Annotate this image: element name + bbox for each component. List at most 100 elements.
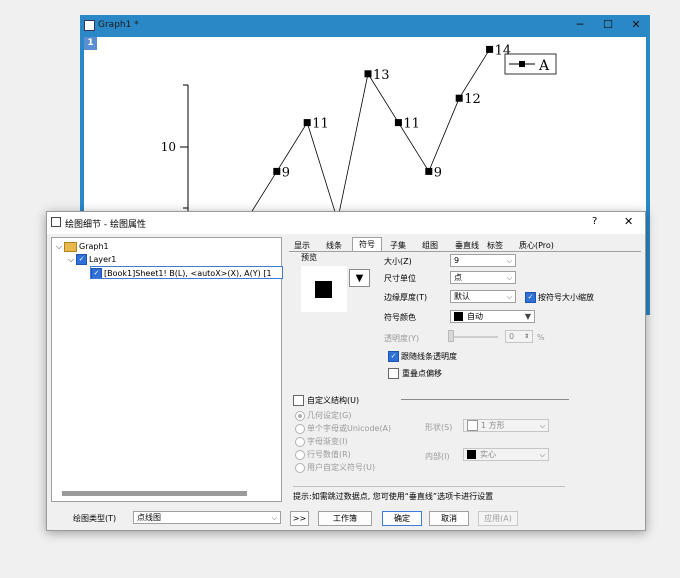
workbook-button[interactable]: 工作簿 (318, 511, 372, 526)
interior-value: 实心 (480, 450, 496, 459)
tree-label: Layer1 (89, 255, 117, 264)
color-swatch (454, 312, 463, 321)
radio-icon[interactable] (295, 449, 305, 460)
close-button[interactable]: ✕ (622, 15, 650, 35)
data-point[interactable] (455, 94, 463, 102)
chevron-down-icon: ⌵ (271, 514, 277, 522)
radio-label: 字母渐变(I) (307, 437, 348, 446)
slider-handle[interactable] (448, 330, 454, 342)
y-tick-label: 10 (161, 140, 176, 154)
edge-dropdown[interactable]: 默认 ⌵ (450, 290, 516, 303)
minimize-button[interactable]: ─ (566, 15, 594, 35)
chevron-down-icon: ⌵ (506, 293, 512, 301)
unit-label: 尺寸单位 (384, 274, 416, 283)
data-point[interactable] (273, 167, 281, 175)
data-label: 11 (403, 117, 420, 132)
transparency-input[interactable]: 0 ⇕ (505, 330, 533, 343)
tree-item-graph[interactable]: ⌵ Graph1 (54, 240, 109, 253)
radio-label: 行号数值(R) (307, 450, 351, 459)
plot-tree[interactable]: ⌵ Graph1 ⌵ ✓ Layer1 ✓ [Book1]Sheet1! B(L), <… (51, 237, 283, 502)
interior-label: 内部(I) (425, 452, 450, 461)
unit-dropdown[interactable]: 点 ⌵ (450, 271, 516, 284)
unit-value: 点 (454, 273, 462, 282)
tab-symbol[interactable]: 符号 (352, 237, 382, 252)
square-symbol-icon (315, 281, 332, 298)
follow-line-checkbox[interactable]: ✓ 跟随线条透明度 (388, 351, 457, 362)
scale-checkbox[interactable]: ✓ 按符号大小缩放 (525, 292, 594, 303)
legend-marker (519, 61, 525, 67)
radio-icon[interactable] (295, 462, 305, 473)
preview-label: 预览 (301, 253, 317, 262)
legend-label: A (538, 58, 550, 74)
scale-label: 按符号大小缩放 (538, 293, 594, 302)
radio-icon[interactable] (295, 436, 305, 447)
color-dropdown[interactable]: 自动 ▼ (450, 310, 535, 323)
checkbox-empty-icon[interactable] (293, 395, 304, 406)
data-label: 13 (373, 68, 390, 83)
ok-button[interactable]: 确定 (382, 511, 422, 526)
tree-item-plot[interactable]: ✓ [Book1]Sheet1! B(L), <autoX>(X), A(Y) [… (90, 266, 283, 279)
radio-letter-inc[interactable]: 字母渐变(I) (295, 436, 348, 447)
symbol-tab-content: 预览 ▼ 大小(Z) 9 ⌵ 尺寸单位 点 ⌵ 边缘厚度(T) 默认 ⌵ ✓ 按符号大小… (289, 251, 641, 501)
shape-swatch (467, 420, 478, 431)
radio-icon[interactable] (295, 423, 305, 434)
interior-dropdown[interactable]: 实心 ⌵ (463, 448, 549, 461)
plot-type-dropdown[interactable]: 点线图 ⌵ (133, 511, 281, 524)
chevron-down-icon[interactable]: ⌵ (54, 240, 64, 253)
graph-titlebar[interactable]: Graph1 * ─ ☐ ✕ (80, 15, 650, 37)
overlap-label: 重叠点偏移 (402, 369, 442, 378)
checkbox-empty-icon[interactable] (388, 368, 399, 379)
transparency-label: 透明度(Y) (384, 334, 420, 343)
graph-title: Graph1 * (98, 20, 139, 30)
checkbox-checked-icon[interactable]: ✓ (388, 351, 399, 362)
symbol-preview (301, 266, 347, 312)
data-point[interactable] (394, 119, 402, 127)
help-button[interactable]: ? (592, 216, 597, 227)
radio-geometric[interactable]: 几何设定(G) (295, 410, 351, 421)
follow-line-label: 跟随线条透明度 (401, 352, 457, 361)
custom-checkbox[interactable]: 自定义结构(U) (293, 395, 359, 406)
overlap-checkbox[interactable]: 重叠点偏移 (388, 368, 442, 379)
data-point[interactable] (303, 119, 311, 127)
chevron-down-icon[interactable]: ⌵ (66, 253, 76, 266)
tree-label: [Book1]Sheet1! B(L), <autoX>(X), A(Y) [1 (104, 269, 272, 278)
data-label: 11 (312, 117, 329, 132)
checkbox-checked-icon[interactable]: ✓ (525, 292, 536, 303)
data-point[interactable] (364, 70, 372, 78)
color-value: 自动 (467, 312, 483, 321)
cancel-button[interactable]: 取消 (429, 511, 469, 526)
edge-label: 边缘厚度(T) (384, 293, 428, 302)
percent-label: % (537, 333, 545, 342)
chevron-down-icon: ⌵ (539, 422, 545, 430)
dialog-titlebar[interactable]: 绘图细节 - 绘图属性 ? ✕ (47, 212, 645, 234)
symbol-gallery-button[interactable]: ▼ (349, 269, 370, 287)
radio-row-num[interactable]: 行号数值(R) (295, 449, 351, 460)
radio-label: 单个字母或Unicode(A) (307, 424, 392, 433)
folder-icon (64, 241, 77, 252)
chevron-down-icon: ⌵ (506, 274, 512, 282)
apply-button[interactable]: 应用(A) (478, 511, 518, 526)
plot-type-label: 绘图类型(T) (73, 514, 117, 523)
maximize-button[interactable]: ☐ (594, 15, 622, 35)
spinner-icon[interactable]: ⇕ (524, 331, 529, 343)
radio-user-def[interactable]: 用户自定义符号(U) (295, 462, 375, 473)
shape-value: 1 方形 (481, 421, 505, 430)
horizontal-scrollbar[interactable] (62, 491, 247, 496)
shape-dropdown[interactable]: 1 方形 ⌵ (463, 419, 549, 432)
radio-icon[interactable] (295, 410, 305, 421)
chevron-down-icon: ⌵ (506, 257, 512, 265)
radio-single-char[interactable]: 单个字母或Unicode(A) (295, 423, 391, 434)
divider (401, 399, 569, 400)
transparency-slider[interactable] (450, 336, 498, 338)
plot-details-dialog: 绘图细节 - 绘图属性 ? ✕ ⌵ Graph1 ⌵ ✓ Layer1 ✓ [Book1… (46, 211, 646, 531)
dialog-close-button[interactable]: ✕ (624, 215, 633, 228)
size-dropdown[interactable]: 9 ⌵ (450, 254, 516, 267)
tree-item-layer[interactable]: ⌵ ✓ Layer1 (66, 253, 116, 266)
data-point[interactable] (486, 45, 494, 53)
data-point[interactable] (425, 167, 433, 175)
checkbox-checked-icon[interactable]: ✓ (76, 254, 87, 265)
plot-type-value: 点线图 (137, 513, 161, 522)
edge-value: 默认 (454, 292, 470, 301)
checkbox-checked-icon[interactable]: ✓ (91, 268, 102, 278)
expand-button[interactable]: >> (290, 511, 309, 526)
